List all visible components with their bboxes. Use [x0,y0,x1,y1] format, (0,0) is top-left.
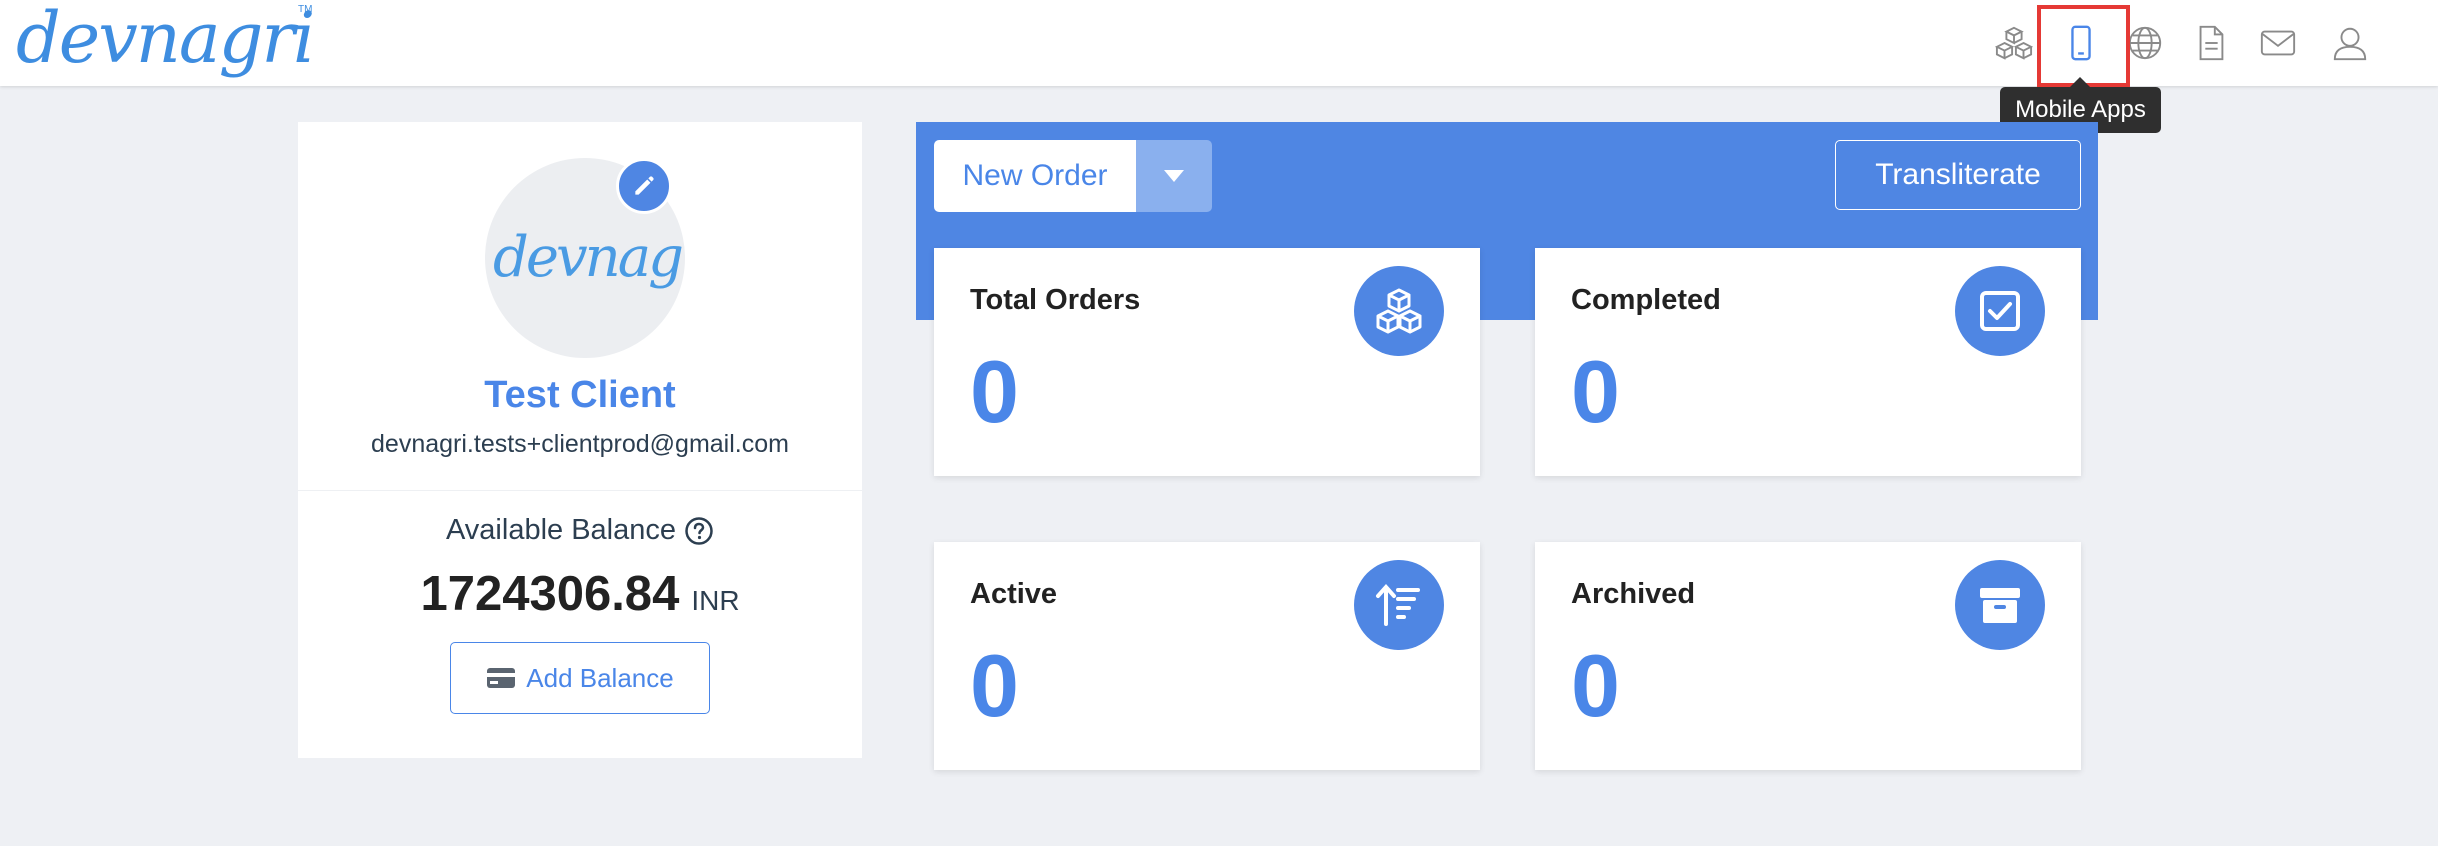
credit-card-icon [487,668,516,688]
stat-card-archived[interactable]: Archived 0 [1535,542,2081,770]
svg-text:TM: TM [298,4,312,15]
stat-title: Archived [1571,578,1696,610]
stat-title: Total Orders [970,284,1141,316]
stat-card-total-orders[interactable]: Total Orders 0 [934,248,1480,476]
stat-value: 0 [970,636,1019,735]
stat-value: 0 [1571,636,1620,735]
archive-icon [1955,560,2045,650]
available-balance-text: Available Balance [445,514,677,546]
add-balance-button[interactable]: Add Balance [450,642,710,714]
document-icon[interactable] [2188,20,2234,66]
stat-title: Completed [1571,284,1721,316]
balance-currency: INR [691,585,740,616]
client-email: devnagri.tests+clientprod@gmail.com [371,430,789,458]
cubes-icon[interactable] [1991,20,2037,66]
add-balance-label: Add Balance [526,662,674,693]
check-square-icon [1955,266,2045,356]
mail-icon[interactable] [2255,20,2301,66]
pencil-icon [635,176,654,195]
divider [298,490,862,491]
svg-text:devnagri: devnagri [493,225,685,290]
new-order-button[interactable]: New Order [934,140,1136,212]
new-order-split-button: New Order [934,140,1212,212]
balance-value: 1724306.84 INR [298,566,862,622]
profile-card: devnagri Test Client devnagri.tests+clie… [298,122,862,758]
stat-value: 0 [1571,342,1620,441]
available-balance-label: Available Balance [298,514,862,547]
mobile-apps-highlight-box [2037,5,2130,87]
devnagri-logo-image: devnagri TM [16,0,315,79]
cubes-icon [1354,266,1444,356]
stat-title: Active [970,578,1058,610]
transliterate-button[interactable]: Transliterate [1835,140,2081,210]
user-icon[interactable] [2327,20,2373,66]
stat-card-active[interactable]: Active 0 [934,542,1480,770]
stat-value: 0 [970,342,1019,441]
balance-amount: 1724306.84 [420,567,680,621]
svg-text:devnagri: devnagri [16,0,312,79]
sort-up-icon [1354,560,1444,650]
caret-down-icon [1164,170,1184,182]
client-name: Test Client [484,374,676,416]
edit-avatar-button[interactable] [616,158,672,214]
help-icon[interactable] [684,516,714,546]
devnagri-logo[interactable]: devnagri TM [12,0,315,84]
new-order-dropdown-toggle[interactable] [1136,140,1212,212]
stat-card-completed[interactable]: Completed 0 [1535,248,2081,476]
